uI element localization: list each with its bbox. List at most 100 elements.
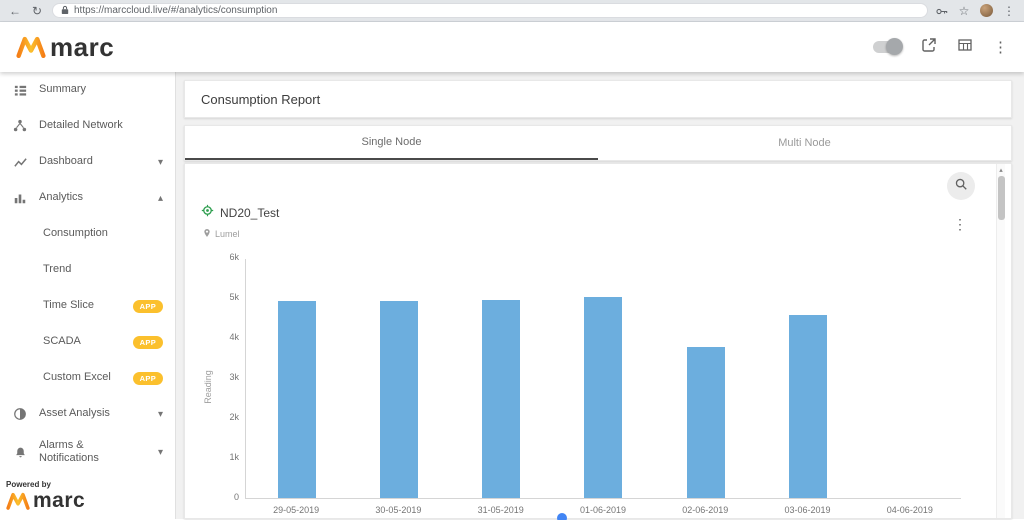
back-button[interactable]: ← xyxy=(8,5,22,17)
sidebar-item-label: Time Slice xyxy=(43,299,94,312)
x-tick-label: 30-05-2019 xyxy=(375,505,422,515)
analytics-icon xyxy=(12,191,28,205)
y-axis-title: Reading xyxy=(203,370,213,404)
bar-01-06-2019[interactable] xyxy=(584,296,623,498)
toggle-switch[interactable] xyxy=(873,38,903,55)
node-name: ND20_Test xyxy=(220,206,280,220)
bar-column xyxy=(348,259,450,498)
dashboard-icon xyxy=(12,155,28,170)
summary-icon xyxy=(12,83,28,98)
bar-31-05-2019[interactable] xyxy=(482,300,521,498)
scroll-up-icon[interactable]: ▴ xyxy=(997,164,1005,174)
sidebar-footer: Powered by marc xyxy=(0,478,175,519)
sidebar-item-label: SCADA xyxy=(43,335,81,348)
key-icon[interactable] xyxy=(936,2,948,20)
logo-m-icon xyxy=(16,36,46,58)
app-badge: APP xyxy=(132,299,163,313)
sidebar-item-label: Alarms & Notifications xyxy=(39,438,99,464)
sidebar-item-asset-analysis[interactable]: Asset Analysis ▾ xyxy=(0,396,175,432)
node-header: ND20_Test Lumel xyxy=(201,204,995,243)
footer-logo-text: marc xyxy=(33,489,86,512)
bar-plot xyxy=(246,259,961,498)
padlock-icon xyxy=(61,2,69,20)
sidebar-item-analytics[interactable]: Analytics ▴ xyxy=(0,180,175,216)
sidebar-item-alarms-notifications[interactable]: Alarms & Notifications ▾ xyxy=(0,432,175,472)
plot-area: 0 1k 2k 3k 4k 5k 6k xyxy=(229,252,961,502)
chart-menu-icon[interactable]: ⋮ xyxy=(953,216,967,233)
chevron-down-icon: ▾ xyxy=(157,446,163,458)
sidebar-item-summary[interactable]: Summary xyxy=(0,72,175,108)
sidebar-item-scada[interactable]: SCADA APP xyxy=(0,324,175,360)
sidebar-item-dashboard[interactable]: Dashboard ▾ xyxy=(0,144,175,180)
search-button[interactable] xyxy=(947,172,975,200)
bar-column xyxy=(450,259,552,498)
bar-column xyxy=(859,259,961,498)
browser-menu-icon[interactable]: ⋮ xyxy=(1002,5,1016,17)
header-menu-icon[interactable]: ⋮ xyxy=(993,38,1008,56)
y-tick-label: 0 xyxy=(233,492,239,502)
sidebar-item-label: Asset Analysis xyxy=(39,407,110,420)
sidebar: Summary Detailed Network Dashboard ▾ Ana… xyxy=(0,72,176,519)
main-content: Consumption Report Single Node Multi Nod… xyxy=(176,72,1024,520)
bar-chart: Reading 0 1k 2k 3k 4k 5k 6k 29-05-2019 30-05-20… xyxy=(201,252,995,515)
sidebar-item-consumption[interactable]: Consumption xyxy=(0,216,175,252)
y-tick-label: 5k xyxy=(229,292,239,302)
bar-column xyxy=(757,259,859,498)
sidebar-item-label: Trend xyxy=(43,263,72,276)
report-title-card: Consumption Report xyxy=(184,80,1012,118)
x-tick-label: 29-05-2019 xyxy=(273,505,320,515)
legend-dot xyxy=(556,513,567,520)
sidebar-item-custom-excel[interactable]: Custom Excel APP xyxy=(0,360,175,396)
app-header: marc ⋮ xyxy=(0,22,1024,72)
url-text: https://marccloud.live/#/analytics/consu… xyxy=(74,5,278,16)
node-location: Lumel xyxy=(215,229,240,239)
footer-logo-m-icon xyxy=(6,492,30,510)
tab-single-node[interactable]: Single Node xyxy=(185,126,598,160)
powered-by-label: Powered by xyxy=(6,480,51,489)
table-icon[interactable] xyxy=(957,37,973,58)
refresh-button[interactable]: ↻ xyxy=(30,5,44,17)
vertical-scrollbar[interactable]: ▴ xyxy=(996,164,1005,518)
sidebar-item-detailed-network[interactable]: Detailed Network xyxy=(0,108,175,144)
sidebar-item-label: Consumption xyxy=(43,227,108,240)
sidebar-item-time-slice[interactable]: Time Slice APP xyxy=(0,288,175,324)
bookmark-star-icon[interactable]: ☆ xyxy=(957,5,971,17)
page-title: Consumption Report xyxy=(201,91,321,107)
logo-text: marc xyxy=(50,31,115,62)
x-tick-label: 01-06-2019 xyxy=(579,505,626,515)
chart-card: ND20_Test Lumel ⋮ Reading 0 1k 2k 3k 4k 5k 6k xyxy=(184,163,1012,520)
x-tick-label: 03-06-2019 xyxy=(784,505,831,515)
toggle-knob xyxy=(886,38,903,55)
asset-analysis-icon xyxy=(12,407,28,421)
bar-column xyxy=(655,259,757,498)
tab-multi-node[interactable]: Multi Node xyxy=(598,126,1011,160)
browser-avatar[interactable] xyxy=(980,4,993,17)
sidebar-item-label: Summary xyxy=(39,83,87,96)
bar-02-06-2019[interactable] xyxy=(686,347,725,498)
app-badge: APP xyxy=(132,335,163,349)
bell-icon xyxy=(12,446,28,459)
address-bar[interactable]: https://marccloud.live/#/analytics/consu… xyxy=(52,3,928,18)
app-badge: APP xyxy=(132,371,163,385)
chevron-up-icon: ▴ xyxy=(157,192,163,204)
open-in-new-icon[interactable] xyxy=(921,37,937,58)
y-tick-label: 2k xyxy=(229,412,239,422)
location-pin-icon xyxy=(203,225,211,243)
chevron-down-icon: ▾ xyxy=(157,408,163,420)
sidebar-item-label: Dashboard xyxy=(39,155,93,168)
sidebar-item-label: Analytics xyxy=(39,191,84,204)
y-tick-label: 4k xyxy=(229,332,239,342)
x-tick-label: 04-06-2019 xyxy=(886,505,933,515)
bar-column xyxy=(246,259,348,498)
sidebar-item-trend[interactable]: Trend xyxy=(0,252,175,288)
y-tick-label: 3k xyxy=(229,372,239,382)
bar-03-06-2019[interactable] xyxy=(788,314,827,498)
y-tick-label: 6k xyxy=(229,252,239,262)
app-logo: marc xyxy=(16,32,114,63)
bar-29-05-2019[interactable] xyxy=(278,300,317,498)
chevron-down-icon: ▾ xyxy=(157,156,163,168)
footer-logo: marc xyxy=(6,489,167,513)
bar-30-05-2019[interactable] xyxy=(380,301,419,498)
scrollbar-thumb[interactable] xyxy=(997,176,1005,220)
network-icon xyxy=(12,119,28,133)
